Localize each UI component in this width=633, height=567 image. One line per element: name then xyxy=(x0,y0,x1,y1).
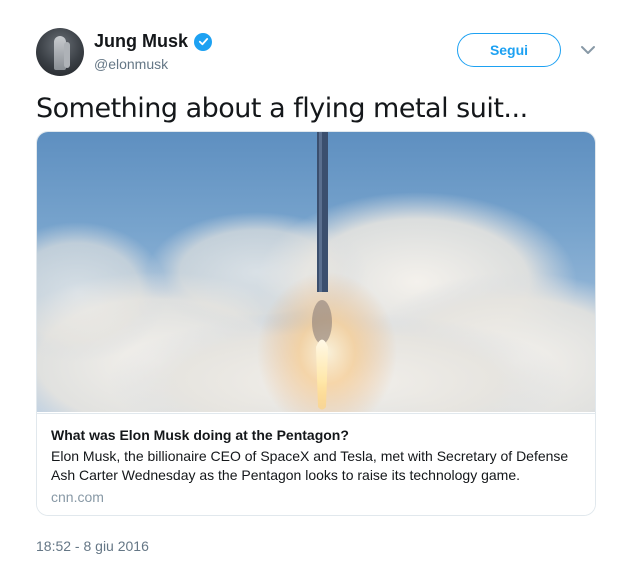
link-preview-card[interactable]: What was Elon Musk doing at the Pentagon… xyxy=(36,131,596,516)
card-image[interactable] xyxy=(37,132,595,412)
card-domain: cnn.com xyxy=(51,489,104,505)
chevron-down-icon[interactable] xyxy=(580,42,596,58)
verified-badge-icon xyxy=(194,32,213,51)
follow-button[interactable]: Segui xyxy=(457,33,561,67)
card-description: Elon Musk, the billionaire CEO of SpaceX… xyxy=(51,448,569,483)
tweet-text: Something about a flying metal suit... xyxy=(36,93,528,124)
tweet-header: Jung Musk @elonmusk Segui xyxy=(36,28,606,80)
checkmark-icon xyxy=(198,38,208,46)
tweet-timestamp[interactable]: 18:52 - 8 giu 2016 xyxy=(36,538,149,554)
card-title[interactable]: What was Elon Musk doing at the Pentagon… xyxy=(51,427,349,443)
display-name[interactable]: Jung Musk xyxy=(94,31,188,52)
avatar[interactable] xyxy=(36,28,84,76)
rocket-launch-photo xyxy=(37,132,595,412)
avatar-figure-detail xyxy=(64,42,70,68)
card-body[interactable]: What was Elon Musk doing at the Pentagon… xyxy=(37,413,595,515)
user-handle[interactable]: @elonmusk xyxy=(94,56,168,72)
name-row: Jung Musk xyxy=(94,31,213,52)
